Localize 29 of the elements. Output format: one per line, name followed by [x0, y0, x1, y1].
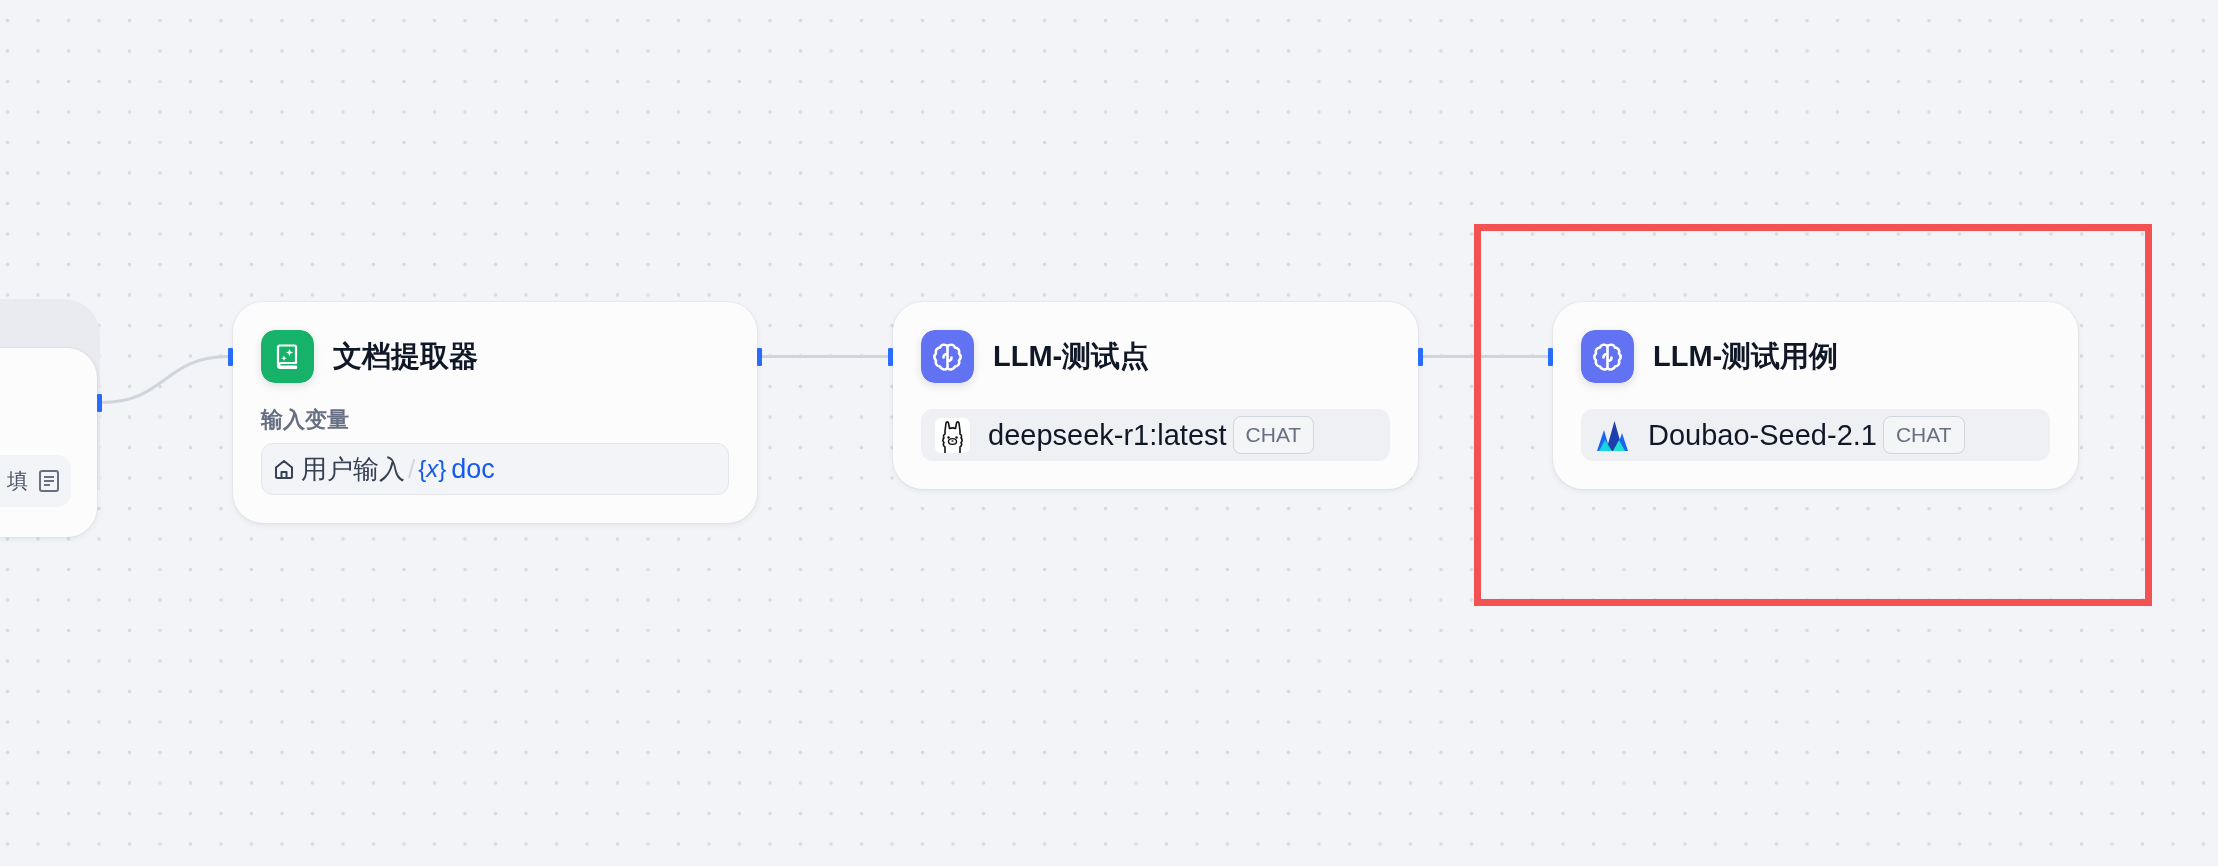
connection-handle[interactable]: [228, 347, 233, 366]
model-mode-badge: CHAT: [1232, 416, 1315, 454]
model-name: deepseek-r1:latest: [988, 418, 1227, 452]
brain-icon: [921, 330, 974, 383]
connection-handle[interactable]: [1548, 347, 1553, 366]
connection-handle[interactable]: [97, 393, 102, 412]
brain-icon: [1581, 330, 1634, 383]
input-label: 输入变量: [261, 406, 350, 434]
node-title: LLM-测试用例: [1653, 338, 1839, 374]
connection-handle[interactable]: [1418, 347, 1423, 366]
variable-symbol: {x}: [418, 455, 447, 483]
home-icon: [273, 458, 295, 480]
connection-handle[interactable]: [888, 347, 893, 366]
connection-handle[interactable]: [757, 347, 762, 366]
tag-text: 填: [7, 468, 28, 494]
path-separator: /: [408, 453, 416, 485]
workflow-node[interactable]: 填: [0, 348, 97, 537]
workflow-node[interactable]: LLM-测试点 deepseek-r1:latest CHAT: [893, 302, 1418, 489]
node-title: LLM-测试点: [993, 338, 1150, 374]
book-sparkle-icon: [261, 330, 314, 383]
node-title: 文档提取器: [333, 338, 478, 374]
variable-source: 用户输入: [301, 452, 405, 486]
workflow-node[interactable]: LLM-测试用例 Doubao-Seed-2.1 CHAT: [1553, 302, 2078, 489]
document-icon: [39, 470, 59, 492]
variable-name: doc: [451, 453, 495, 485]
model-name: Doubao-Seed-2.1: [1648, 418, 1877, 452]
alpaca-icon: [935, 417, 970, 453]
model-mode-badge: CHAT: [1882, 416, 1965, 454]
workflow-node[interactable]: 文档提取器 输入变量 用户输入/{x} doc: [233, 302, 757, 523]
